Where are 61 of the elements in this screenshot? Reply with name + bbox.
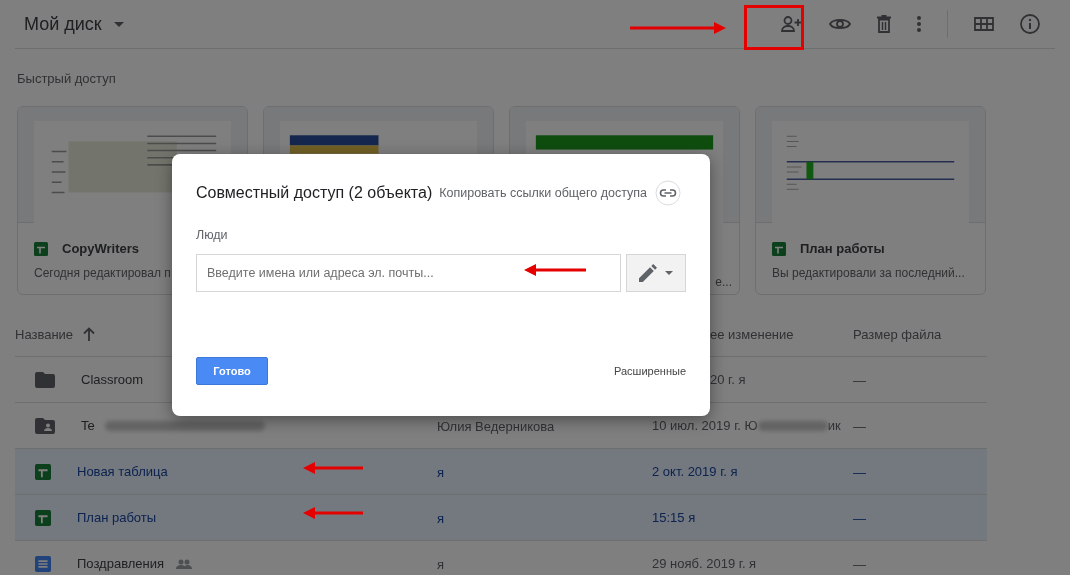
file-card[interactable]: План работы Вы редактировали за последний... bbox=[755, 106, 986, 295]
owner-cell: я bbox=[437, 464, 445, 480]
file-name: Classroom bbox=[81, 372, 144, 387]
folder-icon bbox=[35, 371, 55, 388]
column-header[interactable]: ее изменение bbox=[710, 326, 794, 342]
eye-icon[interactable] bbox=[829, 17, 851, 31]
file-name: Te bbox=[81, 418, 95, 433]
size-cell: — bbox=[853, 372, 866, 388]
column-header[interactable]: Название bbox=[15, 326, 74, 342]
file-name: CopyWriters bbox=[62, 241, 140, 256]
file-activity: Вы редактировали за последний... bbox=[772, 266, 966, 280]
annotation-arrow bbox=[524, 264, 586, 276]
owner-cell: Юлия Ведерникова bbox=[437, 418, 555, 434]
file-row[interactable]: План работы я 15:15 я — bbox=[15, 495, 987, 541]
sort-arrow-icon[interactable] bbox=[83, 327, 96, 341]
column-header[interactable]: Размер файла bbox=[853, 327, 942, 342]
annotation-arrow bbox=[303, 462, 363, 474]
spreadsheet-icon bbox=[35, 509, 51, 526]
grid-view-icon[interactable] bbox=[974, 17, 994, 31]
modified-cell: 10 июл. 2019 г. Ю bbox=[652, 418, 758, 433]
shared-folder-icon bbox=[35, 417, 55, 434]
spreadsheet-icon bbox=[34, 241, 48, 256]
done-button[interactable]: Готово bbox=[196, 357, 268, 385]
more-icon[interactable] bbox=[917, 16, 921, 32]
size-cell: — bbox=[853, 510, 866, 526]
size-cell: — bbox=[853, 418, 866, 434]
section-title: Быстрый доступ bbox=[16, 70, 117, 86]
modified-cell: 2 окт. 2019 г. я bbox=[652, 464, 738, 479]
highlight-box bbox=[744, 5, 804, 50]
file-row[interactable]: Новая таблица я 2 окт. 2019 г. я — bbox=[15, 449, 987, 495]
info-icon[interactable] bbox=[1020, 14, 1040, 34]
field-label: Люди bbox=[196, 228, 229, 242]
file-name: Поздравления bbox=[77, 556, 165, 571]
people-input-field[interactable]: Введите имена или адреса эл. почты... bbox=[196, 254, 621, 292]
owner-cell: я bbox=[437, 510, 445, 526]
file-activity: е... bbox=[714, 275, 732, 289]
size-cell: — bbox=[853, 556, 866, 572]
spreadsheet-icon bbox=[35, 463, 51, 480]
modified-cell: 20 г. я bbox=[710, 372, 746, 387]
drive-title[interactable]: Мой диск bbox=[24, 13, 102, 35]
pencil-icon bbox=[639, 264, 657, 282]
modified-cell: 29 нояб. 2019 г. я bbox=[652, 556, 757, 571]
file-row[interactable]: Поздравления я 29 нояб. 2019 г. я — bbox=[15, 541, 987, 575]
copy-links-link[interactable]: Копировать ссылки общего доступа bbox=[439, 186, 647, 200]
caret-icon[interactable] bbox=[113, 21, 124, 27]
add-person-icon[interactable] bbox=[781, 16, 803, 32]
permission-dropdown[interactable] bbox=[626, 254, 686, 292]
modified-cell: 15:15 я bbox=[652, 510, 696, 525]
link-icon[interactable] bbox=[654, 180, 681, 206]
modified-cell: ик bbox=[827, 418, 841, 433]
spreadsheet-icon bbox=[772, 241, 786, 256]
owner-cell: я bbox=[437, 556, 445, 572]
size-cell: — bbox=[853, 464, 866, 480]
annotation-arrow bbox=[303, 507, 363, 519]
file-name: Новая таблица bbox=[77, 464, 168, 479]
advanced-link[interactable]: Расширенные bbox=[614, 365, 686, 377]
trash-icon[interactable] bbox=[877, 15, 891, 33]
document-icon bbox=[35, 555, 51, 572]
file-name: План работы bbox=[800, 241, 885, 256]
caret-icon bbox=[665, 271, 673, 275]
file-name: План работы bbox=[77, 510, 157, 525]
